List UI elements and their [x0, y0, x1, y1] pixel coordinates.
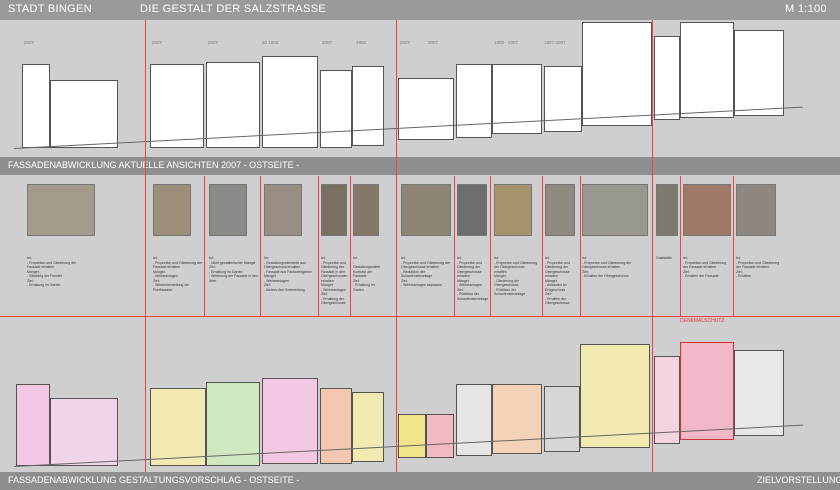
band-current: FASSADENABWICKLUNG AKTUELLE ANSICHTEN 20… [0, 157, 840, 175]
denkmalschutz-label: DENKMALSCHUTZ [680, 318, 725, 324]
divider [733, 176, 734, 316]
year-label: 2007 [24, 40, 35, 45]
photo-nr3 [153, 184, 191, 236]
facade-nr15 [398, 78, 454, 140]
divider [454, 176, 455, 316]
photo-nr29 [683, 184, 731, 236]
photo-nr15 [401, 184, 451, 236]
note: Ist: - Proportion und Gliederung der Fas… [153, 256, 203, 292]
note: Ist: - Proportion und Gliederung der Obe… [401, 256, 451, 287]
note: Ist: - Proportion und Gliederung der Obe… [457, 256, 489, 301]
facade-nr27 [654, 36, 680, 120]
horizontal-divider [0, 316, 840, 317]
facade-nr31 [734, 30, 784, 116]
photo-nr19 [457, 184, 487, 236]
photo-nr25 [582, 184, 648, 236]
band-proposal: FASSADENABWICKLUNG GESTALTUNGSVORSCHLAG … [0, 472, 840, 490]
photo-nr9 [321, 184, 347, 236]
proposal-facade-nr23 [544, 386, 580, 452]
note: Ist: - Proportion und Gliederung der Fas… [27, 256, 77, 287]
divider [350, 176, 351, 316]
photo-nr31 [736, 184, 776, 236]
proposal-facade-nr9 [320, 388, 352, 464]
note: Gaststätte [656, 256, 672, 260]
facade-nr9 [320, 70, 352, 148]
photo-nr7 [264, 184, 302, 236]
facade-nr25 [582, 22, 652, 126]
facade-nr23 [544, 66, 582, 132]
facade-nr1b [50, 80, 118, 148]
note: Ist: - Proportion und Gliederung der Obe… [545, 256, 571, 305]
proposal-facade-nr15b [426, 414, 454, 458]
year-label: 1900 [356, 40, 367, 45]
divider [542, 176, 543, 316]
photo-nr27 [656, 184, 678, 236]
proposal-facade-nr3 [150, 388, 206, 466]
proposal-facade-nr11 [352, 392, 384, 462]
city-title: STADT BINGEN [8, 3, 92, 15]
year-label: 1907-2007 [544, 40, 566, 45]
facade-nr1 [22, 64, 50, 148]
facade-nr29 [680, 22, 734, 118]
divider [204, 176, 205, 316]
title-bar: STADT BINGEN DIE GESTALT DER SALZSTRASSE… [0, 0, 840, 20]
proposal-facade-nr29 [680, 342, 734, 440]
facade-nr11 [352, 66, 384, 146]
divider [145, 20, 146, 490]
band-target-label: ZIELVORSTELLUNG [757, 475, 840, 485]
divider [680, 176, 681, 316]
photo-nr11 [353, 184, 379, 236]
year-label: 2007 [208, 40, 219, 45]
note: Ist: - Proportion und Gliederung der Obe… [494, 256, 538, 296]
divider [652, 20, 653, 490]
year-label: 2007 [400, 40, 411, 45]
band-proposal-label: FASSADENABWICKLUNG GESTALTUNGSVORSCHLAG … [8, 475, 300, 485]
year-label: 2007 [428, 40, 439, 45]
year-label: 2007 [152, 40, 163, 45]
proposal-facade-nr21 [492, 384, 542, 454]
proposal-facade-nr1b [50, 398, 118, 466]
photo-nr1 [27, 184, 95, 236]
divider [490, 176, 491, 316]
year-label: 1900 - 2007 [494, 40, 519, 45]
proposal-facade-nr31 [734, 350, 784, 436]
year-label: 2007 [322, 40, 333, 45]
year-label: ab 1900 [262, 40, 279, 45]
note: Ist: - Proportion und Gliederung der Fas… [321, 256, 348, 305]
note: Ist: - Gestaltungsmittel Kontrast der Fa… [353, 256, 381, 292]
facade-nr3 [150, 64, 204, 148]
note: Ist: - Proportion und Gliederung der Obe… [582, 256, 632, 278]
photo-nr21 [494, 184, 532, 236]
proposal-facade-nr19 [456, 384, 492, 456]
divider [580, 176, 581, 316]
scale-label: M 1:100 [785, 3, 827, 15]
photo-nr23 [545, 184, 575, 236]
note: Ist: - Gestaltungselemente aus Obergesch… [264, 256, 312, 292]
divider [260, 176, 261, 316]
page-title: DIE GESTALT DER SALZSTRASSE [140, 3, 326, 15]
divider [396, 20, 397, 490]
band-current-label: FASSADENABWICKLUNG AKTUELLE ANSICHTEN 20… [8, 160, 300, 170]
divider [318, 176, 319, 316]
note: Ist: - Nicht gestalterischer Mangel Ziel… [209, 256, 258, 283]
proposal-facade-nr15 [398, 414, 426, 458]
photo-nr5 [209, 184, 247, 236]
note: Ist: - Proportion und Gliederung der Fas… [736, 256, 780, 278]
facade-nr19 [456, 64, 492, 138]
proposal-facade-nr1 [16, 384, 50, 466]
note: Ist: - Proportion und Gliederung der Fas… [683, 256, 727, 278]
